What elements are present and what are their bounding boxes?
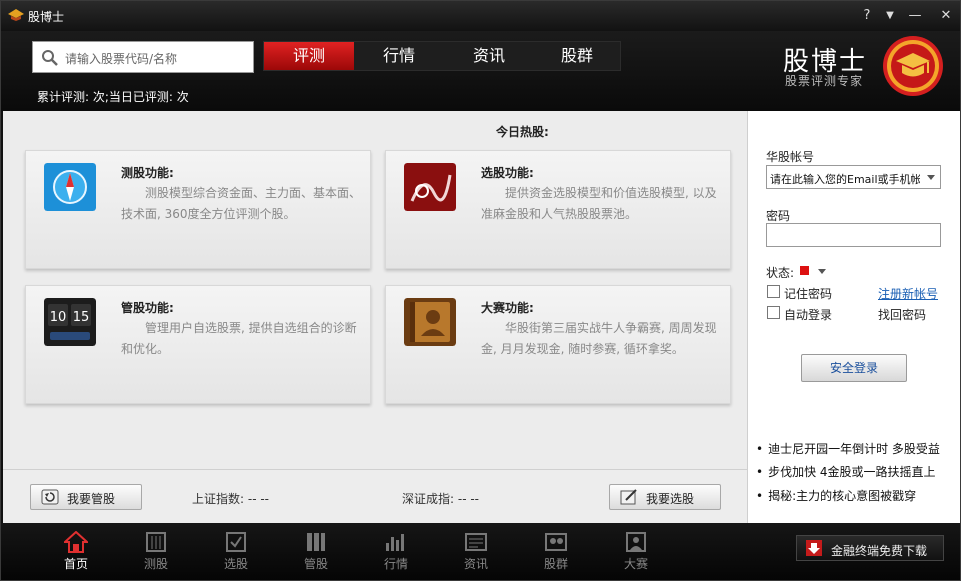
card-description: 管理用户自选股票, 提供自选组合的诊断和优化。: [121, 321, 357, 356]
card-title: 大赛功能:: [481, 301, 534, 315]
register-link[interactable]: 注册新帐号: [878, 285, 938, 302]
news-icon: [465, 533, 487, 551]
search-box[interactable]: 请输入股票代码/名称: [32, 41, 254, 73]
index-bar: 我要管股 上证指数: -- -- 深证成指: -- -- 我要选股: [3, 469, 747, 523]
contest-icon: [626, 532, 646, 552]
building-icon: [146, 532, 166, 552]
nav-item-manage[interactable]: 管股: [290, 527, 342, 575]
app-window: 股博士 ? ▼ — ✕ 请输入股票代码/名称 评测 行情 资讯 股群 累计评测:…: [0, 0, 961, 581]
group-icon: [545, 533, 567, 551]
card-title: 管股功能:: [121, 301, 174, 315]
tab-evaluate[interactable]: 评测: [264, 42, 354, 70]
window-title: 股博士: [28, 10, 65, 24]
news-item[interactable]: 迪士尼开园一年倒计时 多股受益: [756, 440, 940, 457]
nav-label: 大赛: [623, 557, 648, 571]
news-item[interactable]: 步伐加快 4金股或一路扶摇直上: [756, 463, 935, 480]
nav-item-contest[interactable]: 大赛: [610, 527, 662, 575]
main-tabs: 评测 行情 资讯 股群: [263, 41, 621, 71]
search-input[interactable]: 请输入股票代码/名称: [65, 50, 177, 67]
nav-label: 行情: [383, 557, 408, 571]
nav-item-quotes[interactable]: 行情: [370, 527, 422, 575]
card-manage[interactable]: 10 15 管股功能: 管理用户自选股票, 提供自选组合的诊断和优化。: [25, 285, 371, 404]
card-contest[interactable]: 大赛功能: 华股街第三届实战牛人争霸赛, 周周发现金, 月月发现金, 随时参赛,…: [385, 285, 731, 404]
search-icon: [42, 50, 58, 66]
status-indicator-icon[interactable]: [800, 266, 809, 275]
nav-label: 选股: [223, 557, 248, 571]
account-label: 华股帐号: [766, 150, 815, 164]
manage-stocks-label: 我要管股: [67, 492, 116, 506]
card-description: 提供资金选股模型和价值选股模型, 以及准麻金股和人气热股股票池。: [481, 186, 717, 221]
chevron-down-icon[interactable]: [927, 175, 935, 180]
card-title: 测股功能:: [121, 166, 174, 180]
card-evaluate[interactable]: 测股功能: 测股模型综合资金面、主力面、基本面、技术面, 360度全方位评测个股…: [25, 150, 371, 269]
nav-label: 股群: [543, 557, 568, 571]
select-stocks-label: 我要选股: [646, 492, 695, 506]
nav-item-home[interactable]: 首页: [50, 527, 102, 575]
nav-item-evaluate[interactable]: 测股: [130, 527, 182, 575]
brand-subtitle: 股票评测专家: [785, 74, 864, 88]
tab-news[interactable]: 资讯: [444, 42, 534, 70]
help-button[interactable]: ?: [856, 7, 878, 25]
download-label: 金融终端免费下载: [831, 544, 928, 558]
home-icon: [64, 531, 88, 553]
tab-quotes[interactable]: 行情: [354, 42, 444, 70]
brand-emblem-icon: [883, 36, 943, 96]
status-label: 状态:: [766, 266, 795, 280]
nav-item-select[interactable]: 选股: [210, 527, 262, 575]
checkbox-icon: [226, 532, 246, 552]
download-terminal-button[interactable]: 金融终端免费下载: [796, 535, 944, 561]
account-value: 请在此输入您的Email或手机帐号: [770, 173, 920, 186]
auto-login-checkbox[interactable]: [767, 306, 780, 319]
remember-password-label[interactable]: 记住密码: [784, 285, 832, 302]
shenzhen-index: 深证成指: -- --: [402, 492, 479, 506]
contacts-book-icon: [404, 298, 456, 346]
auto-login-label[interactable]: 自动登录: [784, 306, 832, 323]
minimize-button[interactable]: —: [904, 7, 926, 25]
stock-pick-icon: [404, 163, 456, 211]
hot-stocks-label: 今日热股:: [496, 125, 549, 139]
account-field[interactable]: 请在此输入您的Email或手机帐号: [766, 165, 941, 189]
shanghai-index: 上证指数: -- --: [192, 492, 269, 506]
svg-text:15: 15: [73, 310, 90, 325]
close-button[interactable]: ✕: [935, 7, 957, 25]
card-description: 测股模型综合资金面、主力面、基本面、技术面, 360度全方位评测个股。: [121, 186, 362, 221]
password-field[interactable]: [766, 223, 941, 247]
news-item[interactable]: 揭秘:主力的核心意图被戳穿: [756, 487, 916, 504]
menu-button[interactable]: ▼: [879, 7, 901, 25]
download-icon: [806, 540, 822, 556]
books-icon: [307, 533, 325, 551]
compass-icon: [44, 163, 96, 211]
nav-label: 资讯: [463, 557, 488, 571]
bottom-nav: 首页 测股 选股 管股 行情 资讯 股群 大赛 金融终端免费下载: [1, 523, 960, 580]
nav-item-groups[interactable]: 股群: [530, 527, 582, 575]
refresh-icon: [41, 489, 59, 505]
nav-label: 测股: [143, 557, 168, 571]
password-label: 密码: [766, 209, 791, 223]
header: 请输入股票代码/名称 评测 行情 资讯 股群 累计评测: 次;当日已评测: 次 …: [1, 31, 960, 111]
bar-chart-icon: [386, 534, 404, 551]
login-button[interactable]: 安全登录: [801, 354, 907, 382]
login-panel: 华股帐号 请在此输入您的Email或手机帐号 密码 状态: 记住密码 注册新帐号…: [747, 111, 960, 523]
card-select[interactable]: 选股功能: 提供资金选股模型和价值选股模型, 以及准麻金股和人气热股股票池。: [385, 150, 731, 269]
main-panel: 今日热股: 测股功能: 测股模型综合资金面、主力面、基本面、技术面, 360度全…: [3, 111, 747, 523]
title-bar: 股博士 ? ▼ — ✕: [1, 1, 960, 31]
recover-password-link[interactable]: 找回密码: [878, 306, 926, 323]
nav-label: 首页: [63, 557, 88, 571]
remember-password-checkbox[interactable]: [767, 285, 780, 298]
manage-stocks-button[interactable]: 我要管股: [30, 484, 142, 510]
card-description: 华股街第三届实战牛人争霸赛, 周周发现金, 月月发现金, 随时参赛, 循环拿奖。: [481, 321, 717, 356]
app-logo-icon: [8, 9, 24, 21]
tab-groups[interactable]: 股群: [532, 42, 622, 70]
svg-text:10: 10: [50, 310, 67, 325]
select-stocks-button[interactable]: 我要选股: [609, 484, 721, 510]
edit-icon: [620, 489, 637, 505]
status-dropdown-icon[interactable]: [818, 269, 826, 274]
nav-item-news[interactable]: 资讯: [450, 527, 502, 575]
card-title: 选股功能:: [481, 166, 534, 180]
evaluation-stats: 累计评测: 次;当日已评测: 次: [37, 90, 189, 104]
nav-label: 管股: [303, 557, 328, 571]
clock-icon: 10 15: [44, 298, 96, 346]
